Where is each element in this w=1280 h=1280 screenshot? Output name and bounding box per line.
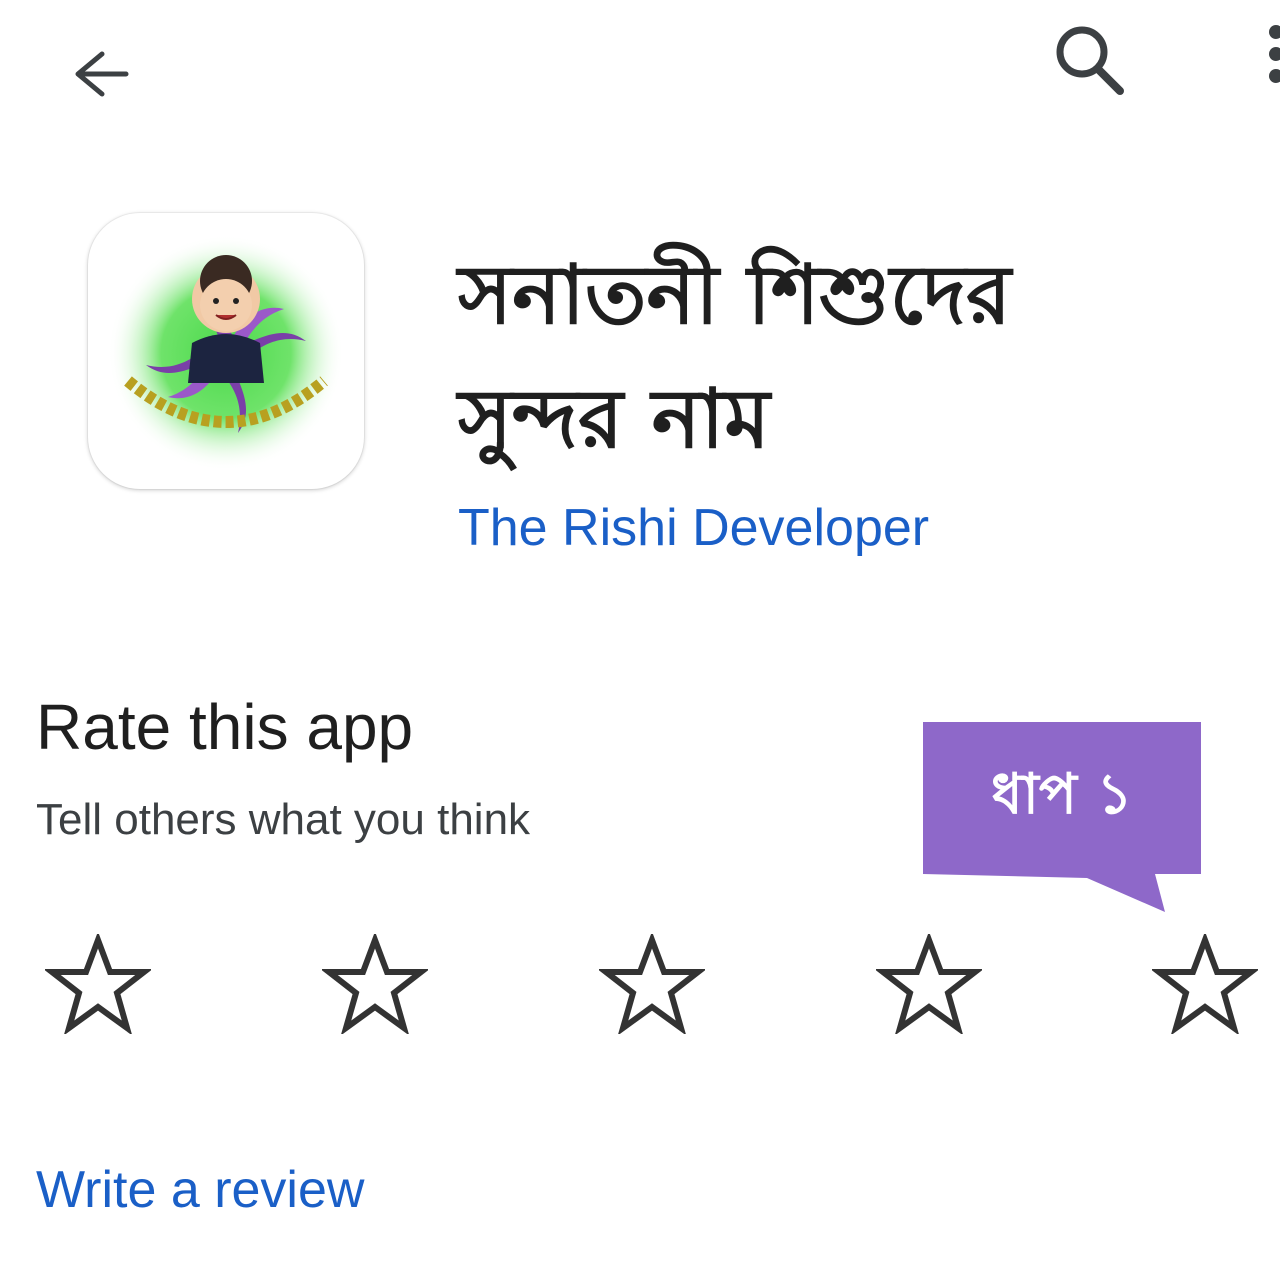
search-button[interactable] xyxy=(1046,18,1134,106)
app-icon xyxy=(88,213,364,489)
search-icon xyxy=(1056,26,1124,95)
developer-link[interactable]: The Rishi Developer xyxy=(458,498,929,558)
rating-star-2[interactable] xyxy=(320,931,430,1036)
rate-subtitle: Tell others what you think xyxy=(36,795,531,844)
step-callout-label: ধাপ ১ xyxy=(991,762,1133,827)
star-outline-icon xyxy=(320,931,430,1036)
rating-star-4[interactable] xyxy=(874,931,984,1036)
rating-star-3[interactable] xyxy=(597,931,707,1036)
rating-star-5[interactable] xyxy=(1150,931,1260,1036)
more-options-button[interactable] xyxy=(1250,20,1280,90)
back-button[interactable] xyxy=(62,38,142,118)
rating-star-1[interactable] xyxy=(43,931,153,1036)
app-title: সনাতনী শিশুদের সুন্দর নাম xyxy=(458,248,1012,467)
arrow-back-icon xyxy=(75,51,129,97)
app-logo-icon xyxy=(108,235,344,471)
star-outline-icon xyxy=(1150,931,1260,1036)
write-review-link[interactable]: Write a review xyxy=(36,1160,364,1220)
star-outline-icon xyxy=(43,931,153,1036)
star-outline-icon xyxy=(874,931,984,1036)
rate-heading: Rate this app xyxy=(36,691,414,763)
star-outline-icon xyxy=(597,931,707,1036)
more-vert-icon xyxy=(1269,25,1280,83)
